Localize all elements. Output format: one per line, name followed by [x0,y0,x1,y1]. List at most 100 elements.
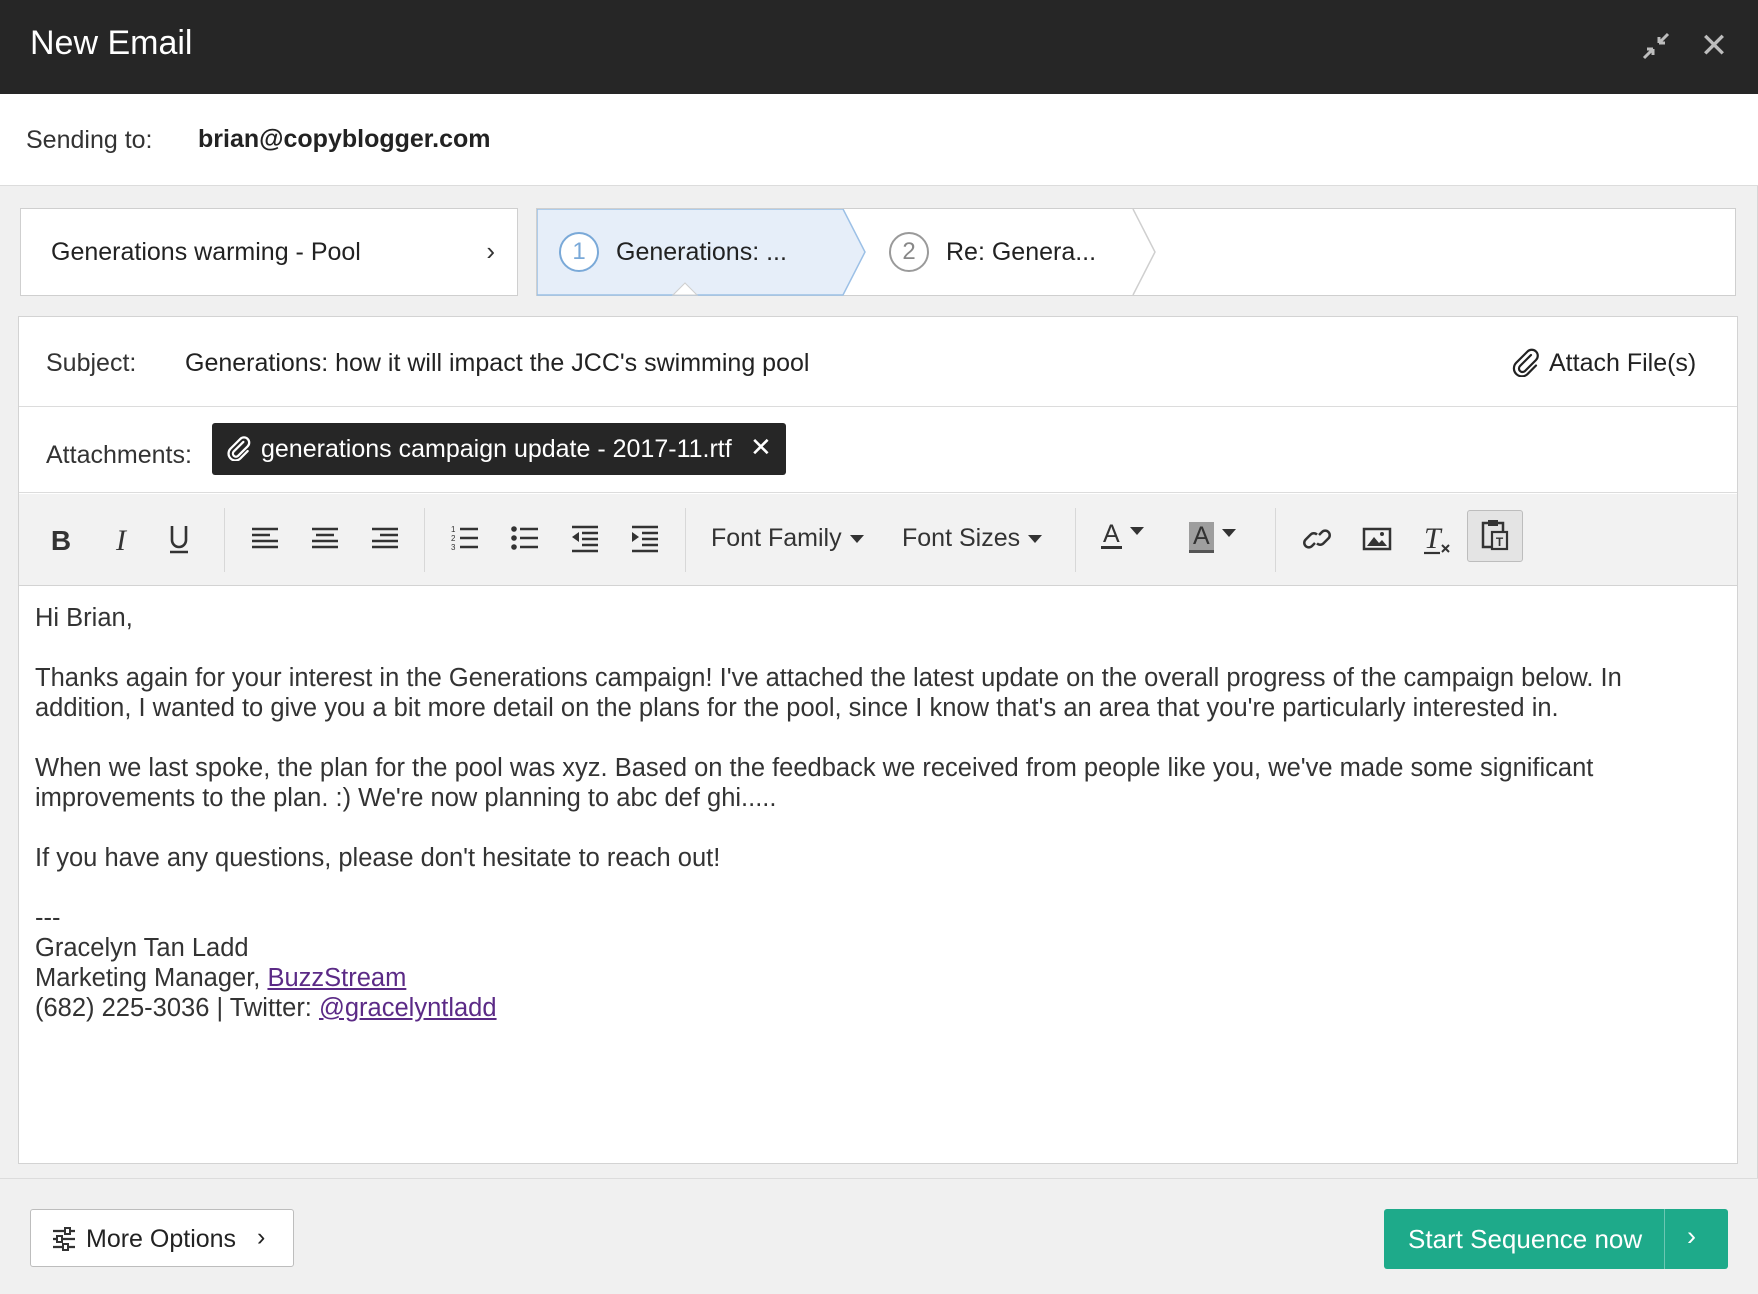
caret-down-icon [1221,528,1236,537]
chevron-right-icon: › [1687,1221,1696,1251]
align-center-icon [312,527,338,549]
paste-as-text-button[interactable]: T [1467,510,1523,562]
outdent-icon [572,525,598,553]
signature-title: Marketing Manager, [35,964,268,992]
attachments-label: Attachments: [46,441,192,469]
more-options-button[interactable]: More Options › [30,1209,294,1267]
image-icon [1362,527,1392,551]
toolbar-divider [685,508,686,572]
clear-formatting-button[interactable]: T [1417,512,1457,566]
subject-row: Subject: Generations: how it will impact… [19,317,1737,407]
align-right-button[interactable] [365,512,405,566]
body-paragraph-3: If you have any questions, please don't … [35,844,721,872]
step-2-label: Re: Genera... [946,238,1097,266]
align-left-icon [252,527,278,549]
start-sequence-button[interactable]: Start Sequence now › [1384,1209,1728,1269]
chevron-right-icon: › [486,236,495,266]
background-color-icon: A [1189,522,1214,553]
title-bar: New Email ✕ [0,0,1758,94]
italic-icon: I [115,524,128,557]
window-title: New Email [30,24,193,62]
insert-image-button[interactable] [1357,512,1397,566]
template-selector[interactable]: Generations warming - Pool › [20,208,518,296]
outdent-button[interactable] [565,512,605,566]
body-greeting: Hi Brian, [35,604,133,632]
align-right-icon [372,527,398,549]
unordered-list-icon [511,526,538,550]
text-color-button[interactable]: A [1101,512,1171,566]
email-body-editor[interactable]: Hi Brian, Thanks again for your interest… [19,587,1737,1163]
toolbar-divider [1075,508,1076,572]
svg-text:1: 1 [451,525,456,534]
indent-icon [632,525,658,553]
paste-text-icon: T [1481,520,1509,551]
minimize-button[interactable] [1636,26,1676,66]
font-family-dropdown[interactable]: Font Family [711,524,864,553]
recipient-row: Sending to: brian@copyblogger.com [0,94,1758,186]
background-color-button[interactable]: A [1189,512,1259,566]
font-sizes-dropdown[interactable]: Font Sizes [902,524,1043,553]
signature-separator: --- [35,904,61,932]
bold-icon: B [51,525,71,556]
unordered-list-button[interactable] [505,512,545,566]
font-family-label: Font Family [711,524,842,552]
clear-formatting-icon: T [1424,522,1450,555]
caret-down-icon [1028,535,1043,544]
toolbar-divider [1275,508,1276,572]
toolbar-divider [424,508,425,572]
close-button[interactable]: ✕ [1694,26,1734,66]
step-2-number: 2 [889,232,929,272]
sequence-steps: 1 Generations: ... 2 Re: Genera... [536,208,1736,296]
attachments-row: Attachments: generations campaign update… [19,407,1737,493]
text-color-icon: A [1101,520,1122,549]
compress-arrows-icon [1642,32,1670,60]
bold-button[interactable]: B [41,512,81,566]
ordered-list-button[interactable]: 123 [445,512,485,566]
buzzstream-link[interactable]: BuzzStream [267,964,406,992]
new-email-window: New Email ✕ Sending to: brian@copyblogge… [0,0,1758,1294]
attach-files-label: Attach File(s) [1549,349,1697,377]
subject-label: Subject: [46,349,137,377]
button-divider [1664,1209,1665,1269]
twitter-link[interactable]: @gracelyntladd [319,994,497,1022]
attachment-filename: generations campaign update - 2017-11.rt… [261,435,732,463]
recipient-email: brian@copyblogger.com [198,125,491,153]
footer-bar: More Options › Start Sequence now › [0,1178,1758,1294]
body-paragraph-2: When we last spoke, the plan for the poo… [35,754,1594,812]
step-2-tab[interactable]: 2 Re: Genera... [537,209,1177,295]
svg-text:T: T [1496,535,1504,549]
svg-text:B: B [51,525,71,556]
recipient-label: Sending to: [26,126,153,154]
attachment-chip[interactable]: generations campaign update - 2017-11.rt… [212,423,786,475]
align-center-button[interactable] [305,512,345,566]
sliders-icon [53,1227,75,1251]
underline-button[interactable] [159,512,199,566]
caret-down-icon [1129,526,1144,535]
composer: Subject: Generations: how it will impact… [18,316,1738,1164]
signature-phone: (682) 225-3036 | Twitter: [35,994,319,1022]
indent-button[interactable] [625,512,665,566]
close-icon: ✕ [1699,27,1729,65]
caret-down-icon [849,535,864,544]
svg-text:T: T [1424,522,1443,555]
remove-attachment-icon[interactable]: ✕ [750,432,772,463]
italic-button[interactable]: I [101,512,141,566]
signature-title-line: Marketing Manager, BuzzStream [35,963,1721,993]
font-sizes-label: Font Sizes [902,524,1021,552]
body-paragraph-1: Thanks again for your interest in the Ge… [35,664,1622,722]
signature-contact-line: (682) 225-3036 | Twitter: @gracelyntladd [35,993,1721,1023]
paperclip-icon [227,436,251,461]
insert-link-button[interactable] [1297,512,1337,566]
template-label: Generations warming - Pool [51,238,361,266]
subject-field[interactable]: Generations: how it will impact the JCC'… [185,349,809,378]
formatting-toolbar: B I 123 Font Family Font Sizes A A T T [19,494,1737,586]
align-left-button[interactable] [245,512,285,566]
more-options-label: More Options [86,1225,237,1253]
svg-text:I: I [115,524,128,557]
svg-text:3: 3 [451,543,456,552]
ordered-list-icon: 123 [451,525,478,552]
